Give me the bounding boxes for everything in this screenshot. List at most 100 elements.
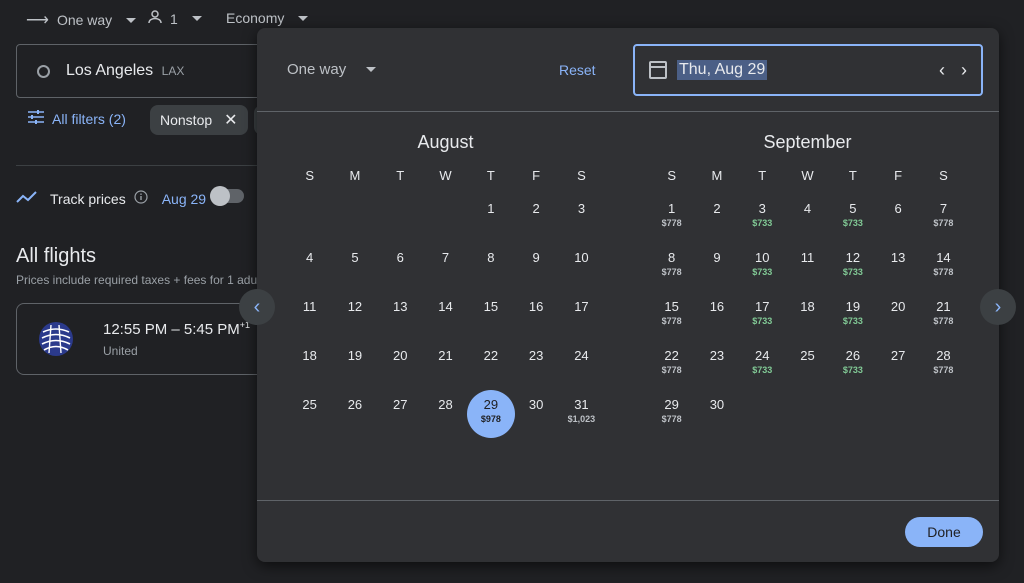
- calendar-day[interactable]: 21: [423, 341, 468, 390]
- day-number: 9: [713, 250, 721, 265]
- flight-result-card[interactable]: 12:55 PM – 5:45 PM+1 United: [16, 303, 276, 375]
- chevron-right-icon[interactable]: ›: [961, 60, 967, 81]
- calendar-day[interactable]: 18: [785, 292, 830, 341]
- calendar-day[interactable]: 20: [378, 341, 423, 390]
- weekday-label: S: [577, 168, 586, 183]
- next-month-button[interactable]: ›: [980, 289, 1016, 325]
- calendar-day[interactable]: 27: [378, 390, 423, 439]
- day-number: 7: [939, 201, 948, 216]
- track-prices-toggle[interactable]: [210, 186, 244, 206]
- day-number: 30: [709, 397, 725, 412]
- calendar-day[interactable]: 30: [513, 390, 558, 439]
- calendar-day[interactable]: 1 $778: [649, 194, 694, 243]
- calendar-day[interactable]: 12 $733: [830, 243, 875, 292]
- calendar-day[interactable]: 27: [875, 341, 920, 390]
- calendar-day[interactable]: 7: [423, 243, 468, 292]
- calendar-day[interactable]: 31 $1,023: [559, 390, 604, 439]
- calendar-day[interactable]: 26 $733: [830, 341, 875, 390]
- day-number: 7: [441, 250, 450, 265]
- calendar-day[interactable]: 15 $778: [649, 292, 694, 341]
- calendar-day[interactable]: 9: [513, 243, 558, 292]
- calendar-day[interactable]: 5 $733: [830, 194, 875, 243]
- day-number: 28: [936, 348, 951, 363]
- calendar-day[interactable]: 9: [694, 243, 739, 292]
- calendar-day[interactable]: 24 $733: [740, 341, 785, 390]
- calendar-day[interactable]: 21 $778: [921, 292, 966, 341]
- info-icon[interactable]: [134, 190, 148, 207]
- calendar-day[interactable]: 16: [694, 292, 739, 341]
- calendar-day[interactable]: 16: [513, 292, 558, 341]
- calendar-day[interactable]: 28 $778: [921, 341, 966, 390]
- day-number: 29: [664, 397, 679, 412]
- calendar-day[interactable]: 11: [785, 243, 830, 292]
- day-number: 9: [532, 250, 540, 265]
- calendar-day[interactable]: 2: [694, 194, 739, 243]
- calendar-day[interactable]: 19 $733: [830, 292, 875, 341]
- calendar-day[interactable]: 19: [332, 341, 377, 390]
- calendar-day[interactable]: 8 $778: [649, 243, 694, 292]
- calendar-day[interactable]: 8: [468, 243, 513, 292]
- calendar-day-selected[interactable]: 29 $978: [468, 390, 513, 439]
- weekday-row: SMTWTFS: [649, 168, 966, 192]
- day-price: $978: [480, 414, 501, 424]
- calendar-day[interactable]: 24: [559, 341, 604, 390]
- calendar-day[interactable]: 14: [423, 292, 468, 341]
- calendar-day[interactable]: 1: [468, 194, 513, 243]
- calendar-day[interactable]: 22 $778: [649, 341, 694, 390]
- calendar-day[interactable]: 3 $733: [740, 194, 785, 243]
- calendar-day[interactable]: 23: [694, 341, 739, 390]
- calendar-day[interactable]: 7 $778: [921, 194, 966, 243]
- origin-ring-icon: [37, 64, 50, 78]
- calendar-day[interactable]: 13: [378, 292, 423, 341]
- day-number: 2: [713, 201, 721, 216]
- calendar-day[interactable]: 23: [513, 341, 558, 390]
- calendar-day[interactable]: 30: [694, 390, 739, 439]
- passenger-select[interactable]: 1: [148, 10, 202, 27]
- calendar-day[interactable]: 14 $778: [921, 243, 966, 292]
- calendar-day[interactable]: 17 $733: [740, 292, 785, 341]
- calendar-day[interactable]: 6: [378, 243, 423, 292]
- calendar-day[interactable]: 22: [468, 341, 513, 390]
- departure-date-input[interactable]: Thu, Aug 29 ‹ ›: [633, 44, 983, 96]
- calendar-day[interactable]: 3: [559, 194, 604, 243]
- cabin-select[interactable]: Economy: [226, 10, 309, 26]
- day-number: 18: [800, 299, 815, 314]
- weekday-label: S: [667, 168, 676, 183]
- calendar-day[interactable]: 28: [423, 390, 468, 439]
- prev-month-button[interactable]: ‹: [239, 289, 275, 325]
- dialog-trip-type-select[interactable]: One way: [287, 61, 377, 78]
- calendar-day[interactable]: 25: [785, 341, 830, 390]
- calendar-day[interactable]: 12: [332, 292, 377, 341]
- origin-code: LAX: [161, 64, 185, 78]
- calendar-day[interactable]: 6: [875, 194, 920, 243]
- calendar-day[interactable]: 11: [287, 292, 332, 341]
- calendar-day[interactable]: 4: [287, 243, 332, 292]
- calendar-day[interactable]: 4: [785, 194, 830, 243]
- trip-type-select[interactable]: ⟶ One way: [26, 10, 137, 30]
- calendar-day[interactable]: 29 $778: [649, 390, 694, 439]
- calendar-day[interactable]: 18: [287, 341, 332, 390]
- close-icon[interactable]: ✕: [224, 110, 237, 130]
- all-filters-button[interactable]: All filters (2): [28, 110, 126, 127]
- calendar-day[interactable]: 10 $733: [740, 243, 785, 292]
- calendar-day[interactable]: 2: [513, 194, 558, 243]
- day-price: $733: [752, 365, 773, 375]
- origin-input[interactable]: Los Angeles LAX: [16, 44, 276, 98]
- reset-button[interactable]: Reset: [559, 62, 596, 78]
- day-number: 21: [936, 299, 951, 314]
- calendar-day[interactable]: 15: [468, 292, 513, 341]
- nonstop-chip[interactable]: Nonstop ✕: [150, 105, 248, 135]
- calendar-day[interactable]: 10: [559, 243, 604, 292]
- calendar-day[interactable]: 26: [332, 390, 377, 439]
- chevron-left-icon[interactable]: ‹: [939, 60, 945, 81]
- calendar-day[interactable]: 5: [332, 243, 377, 292]
- calendar-day[interactable]: 20: [875, 292, 920, 341]
- calendar-day[interactable]: 25: [287, 390, 332, 439]
- date-picker-dialog: One way Reset Thu, Aug 29 ‹ › August S M T…: [257, 28, 999, 562]
- done-button[interactable]: Done: [905, 517, 983, 547]
- weekday-label: F: [894, 168, 903, 183]
- calendar-day[interactable]: 13: [875, 243, 920, 292]
- day-price: $733: [752, 218, 773, 228]
- day-number: 25: [800, 348, 815, 363]
- calendar-day[interactable]: 17: [559, 292, 604, 341]
